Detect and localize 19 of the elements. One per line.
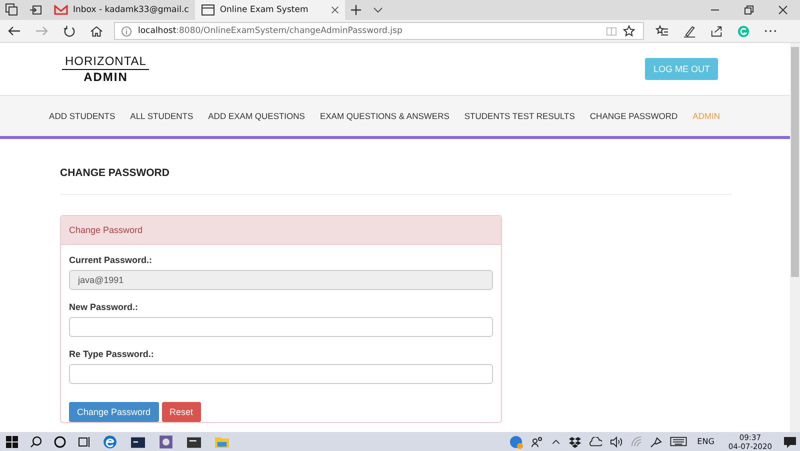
submit-button[interactable]: Change Password <box>69 402 159 422</box>
nav-link[interactable]: ALL STUDENTS <box>130 111 194 121</box>
field-label: Re Type Password.: <box>69 349 155 359</box>
nav-link[interactable]: ADD STUDENTS <box>49 111 116 121</box>
panel-header: Change Password <box>61 216 501 245</box>
logo-text: HORIZONTAL <box>62 54 150 70</box>
nav-link[interactable]: ADD EXAM QUESTIONS <box>208 111 305 121</box>
browser-tab[interactable]: Inbox - kadamk33@gmail.c <box>48 0 195 20</box>
field-label: Current Password.: <box>69 255 154 265</box>
language-indicator[interactable]: ENG <box>697 437 714 446</box>
browser-tab[interactable]: Online Exam System <box>194 0 345 20</box>
nav-link[interactable]: CHANGE PASSWORD <box>590 111 678 121</box>
address-bar[interactable]: localhost:8080/OnlineExamSystem/changeAdminPassword.jsp <box>114 22 644 40</box>
logo-text: ADMIN <box>84 70 128 84</box>
page-title: CHANGE PASSWORD <box>60 139 732 195</box>
nav-link[interactable]: EXAM QUESTIONS & ANSWERS <box>320 111 450 121</box>
reset-button[interactable]: Reset <box>162 402 202 422</box>
field-label: New Password.: <box>69 302 140 312</box>
nav-link[interactable]: STUDENTS TEST RESULTS <box>464 111 575 121</box>
